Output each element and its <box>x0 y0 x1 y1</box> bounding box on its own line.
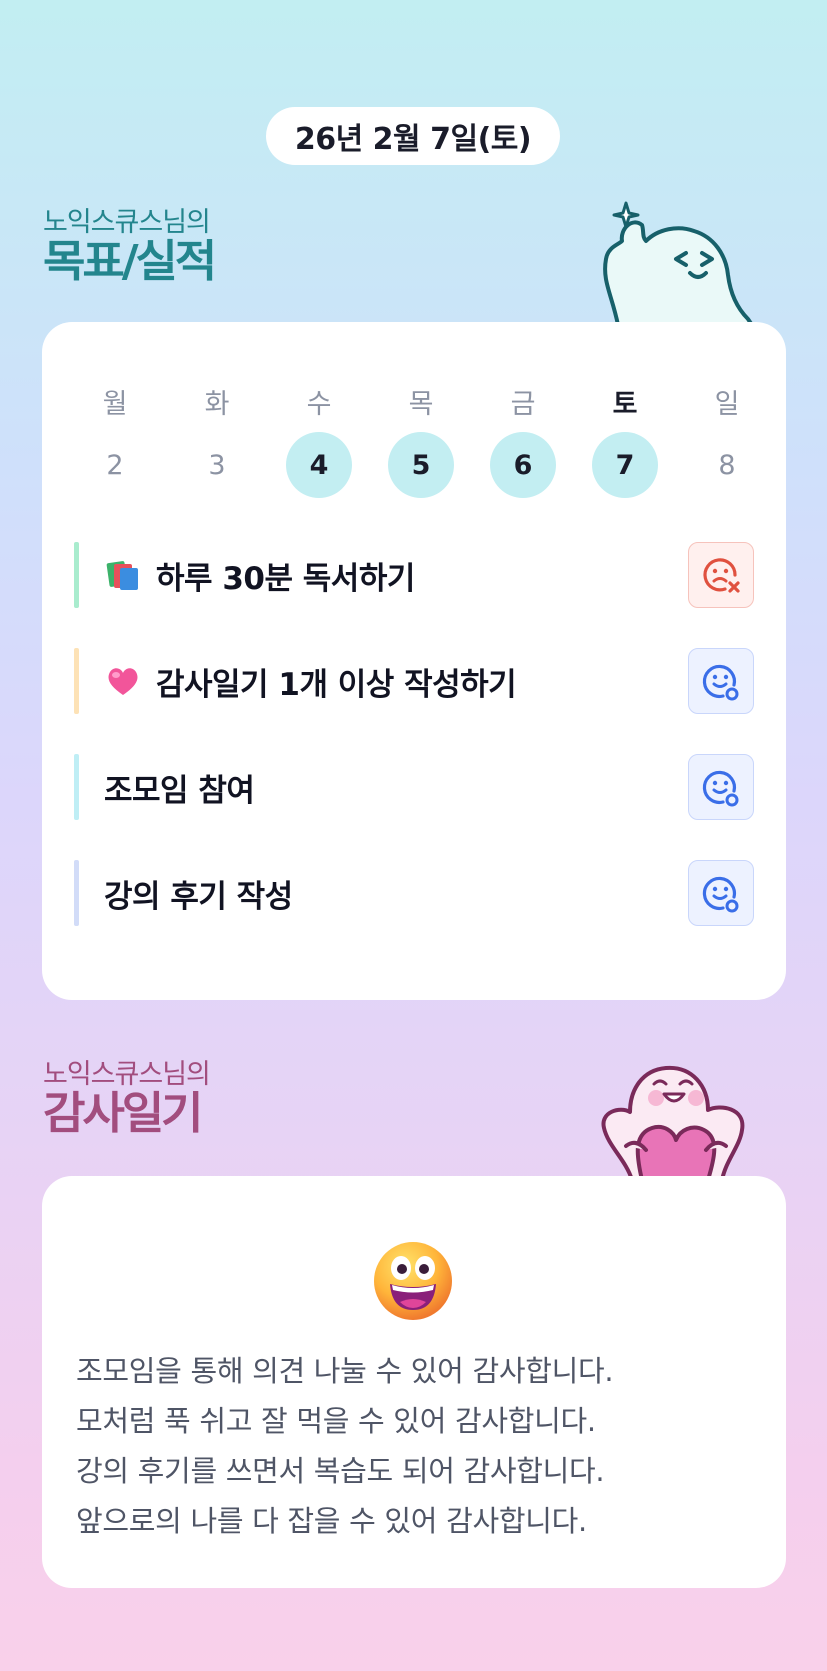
diary-text: 조모임을 통해 의견 나눌 수 있어 감사합니다. 모처럼 푹 쉬고 잘 먹을 수… <box>76 1346 756 1546</box>
sad-face-x-icon <box>699 553 743 597</box>
goal-label: 감사일기 1개 이상 작성하기 <box>104 648 517 714</box>
goal-row: 강의 후기 작성 <box>74 860 754 926</box>
goal-text: 강의 후기 작성 <box>104 878 293 915</box>
goal-color-bar <box>74 648 79 714</box>
day-name-2: 화 <box>204 389 230 420</box>
day-number-1[interactable]: 2 <box>82 432 148 498</box>
heart-icon <box>104 662 142 700</box>
goals-section-title: 노익스큐스님의 목표/실적 <box>43 207 217 286</box>
goal-color-bar <box>74 542 79 608</box>
books-icon <box>104 556 142 594</box>
goal-label: 하루 30분 독서하기 <box>104 542 415 608</box>
smile-face-check-icon <box>699 871 743 915</box>
goal-status-button[interactable] <box>688 754 754 820</box>
goal-row: 조모임 참여 <box>74 754 754 820</box>
goals-subtitle: 노익스큐스님의 <box>43 207 211 238</box>
day-number-3[interactable]: 4 <box>286 432 352 498</box>
goal-status-button[interactable] <box>688 648 754 714</box>
diary-subtitle: 노익스큐스님의 <box>43 1059 211 1090</box>
goal-color-bar <box>74 860 79 926</box>
date-label: 26년 2월 7일(토) <box>266 107 560 165</box>
diary-section-title: 노익스큐스님의 감사일기 <box>43 1059 211 1138</box>
goal-status-button[interactable] <box>688 860 754 926</box>
goal-row: 하루 30분 독서하기 <box>74 542 754 608</box>
goal-color-bar <box>74 754 79 820</box>
day-name-4: 목 <box>408 389 434 420</box>
diary-card: 조모임을 통해 의견 나눌 수 있어 감사합니다. 모처럼 푹 쉬고 잘 먹을 수… <box>42 1176 786 1588</box>
goal-row: 감사일기 1개 이상 작성하기 <box>74 648 754 714</box>
smile-face-check-icon <box>699 765 743 809</box>
diary-line: 강의 후기를 쓰면서 복습도 되어 감사합니다. <box>76 1454 605 1488</box>
day-name-7: 일 <box>714 389 740 420</box>
day-number-7[interactable]: 8 <box>694 432 760 498</box>
ghost-heart-mascot-icon <box>601 1065 745 1180</box>
diary-title: 감사일기 <box>43 1088 204 1139</box>
diary-line: 모처럼 푹 쉬고 잘 먹을 수 있어 감사합니다. <box>76 1404 596 1438</box>
goals-title: 목표/실적 <box>43 236 217 287</box>
goal-label: 강의 후기 작성 <box>104 860 293 926</box>
goals-card: 월 2 화 3 수 4 목 5 금 6 토 7 일 8 하루 30분 독서하기감사일기 1개 이상 작성하… <box>42 322 786 1000</box>
day-name-1: 월 <box>102 389 128 420</box>
grinning-face-icon <box>374 1242 452 1320</box>
day-number-4[interactable]: 5 <box>388 432 454 498</box>
diary-line: 앞으로의 나를 다 잡을 수 있어 감사합니다. <box>76 1504 587 1538</box>
smile-face-check-icon <box>699 659 743 703</box>
goal-status-button[interactable] <box>688 542 754 608</box>
day-name-3: 수 <box>306 389 332 420</box>
day-name-5: 금 <box>510 389 536 420</box>
ghost-mascot-icon <box>603 201 754 325</box>
goal-text: 하루 30분 독서하기 <box>156 560 415 597</box>
goal-text: 감사일기 1개 이상 작성하기 <box>156 666 517 703</box>
goal-label: 조모임 참여 <box>104 754 255 820</box>
goal-text: 조모임 참여 <box>104 772 255 809</box>
diary-line: 조모임을 통해 의견 나눌 수 있어 감사합니다. <box>76 1354 614 1388</box>
day-number-2[interactable]: 3 <box>184 432 250 498</box>
day-number-5[interactable]: 6 <box>490 432 556 498</box>
day-name-6: 토 <box>612 389 638 420</box>
day-number-6[interactable]: 7 <box>592 432 658 498</box>
